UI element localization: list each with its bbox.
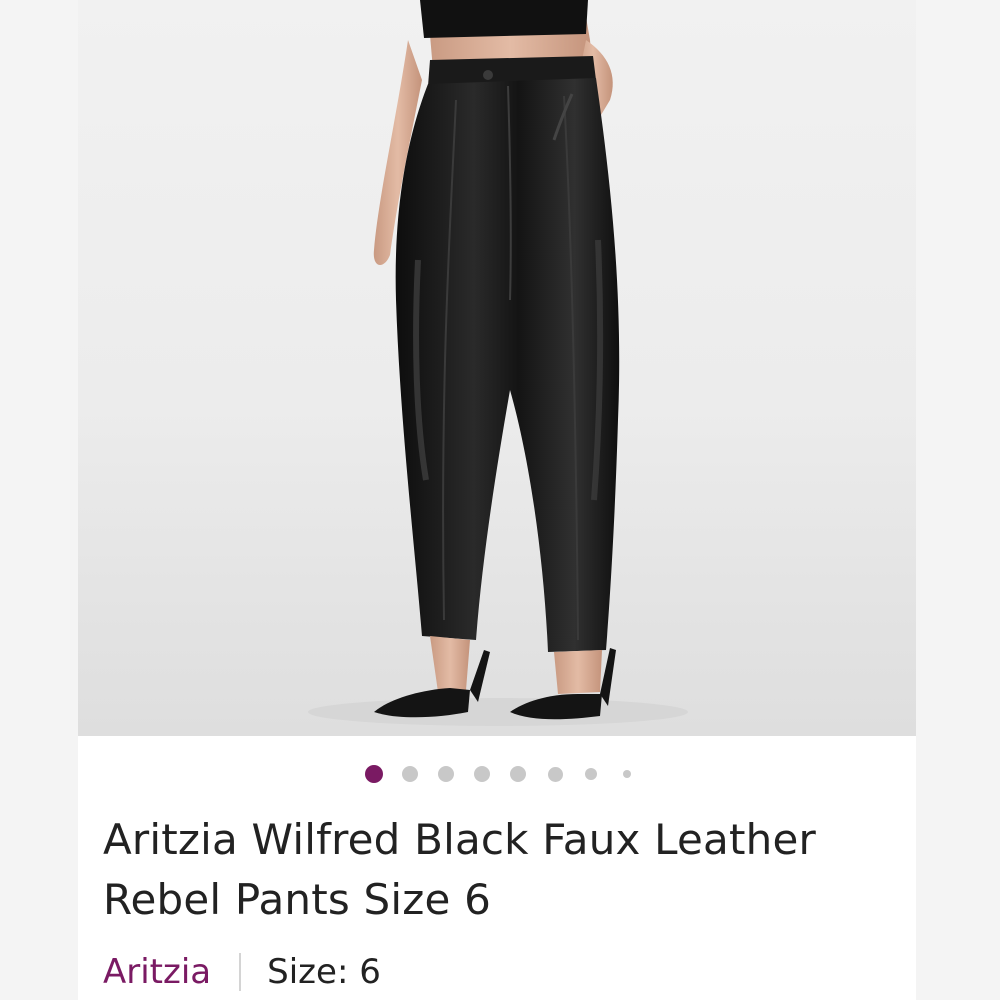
carousel-dot[interactable] bbox=[623, 770, 631, 778]
carousel-dot[interactable] bbox=[474, 766, 490, 782]
image-carousel-dots[interactable] bbox=[78, 762, 916, 786]
carousel-dot[interactable] bbox=[585, 768, 597, 780]
carousel-dot[interactable] bbox=[365, 765, 383, 783]
listing-card: Aritzia Wilfred Black Faux Leather Rebel… bbox=[78, 0, 916, 1000]
carousel-dot[interactable] bbox=[438, 766, 454, 782]
meta-divider bbox=[239, 953, 242, 991]
carousel-dot[interactable] bbox=[402, 766, 418, 782]
size-label: Size: 6 bbox=[267, 952, 381, 992]
listing-meta: Aritzia Size: 6 bbox=[103, 946, 381, 998]
carousel-dot[interactable] bbox=[510, 766, 526, 782]
brand-link[interactable]: Aritzia bbox=[103, 952, 211, 992]
product-photo[interactable] bbox=[78, 0, 916, 736]
listing-title: Aritzia Wilfred Black Faux Leather Rebel… bbox=[103, 815, 816, 924]
carousel-dot[interactable] bbox=[547, 766, 563, 782]
product-photo-illustration bbox=[308, 0, 688, 726]
